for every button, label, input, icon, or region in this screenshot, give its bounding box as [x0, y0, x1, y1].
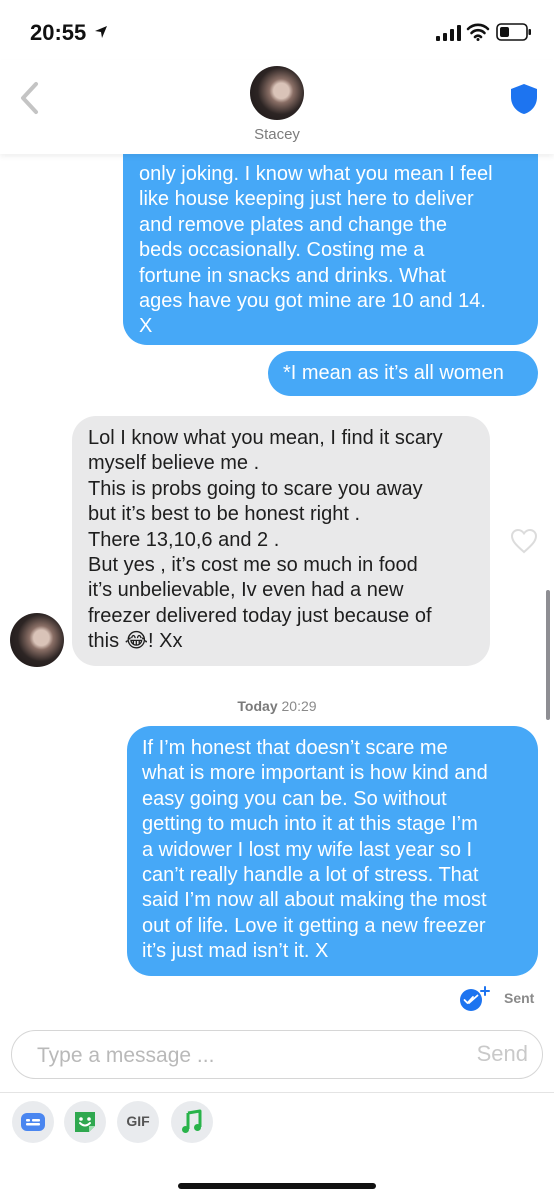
location-arrow-icon [95, 26, 107, 38]
gif-button[interactable]: GIF [117, 1101, 159, 1143]
chat-header: Stacey [0, 60, 554, 154]
message-line: it’s unbelievable, Iv even had a new [88, 579, 404, 602]
message-line: like house keeping just here to deliver [139, 188, 474, 211]
contact-name[interactable]: Stacey [0, 126, 554, 143]
message-line: X [139, 315, 153, 338]
sticker-button[interactable] [64, 1101, 106, 1143]
sticker-icon [75, 1112, 95, 1132]
message-line: this 😂! Xx [88, 630, 183, 653]
timestamp-day: Today [237, 698, 278, 714]
timestamp-time: 20:29 [281, 698, 317, 714]
status-time: 20:55 [30, 20, 87, 45]
message-line: There 13,10,6 and 2 . [88, 528, 280, 551]
wifi-icon [466, 23, 490, 41]
message-line: freezer delivered today just because of [88, 604, 432, 627]
like-heart-icon[interactable] [510, 528, 538, 554]
message-line: easy going you can be. So without [142, 787, 447, 810]
safety-shield-icon[interactable] [508, 82, 540, 116]
message-line: fortune in snacks and drinks. What [139, 264, 446, 287]
message-line: what is more important is how kind and [142, 762, 488, 785]
sent-status: Sent [504, 990, 535, 1006]
message-line: If I’m honest that doesn’t scare me [142, 737, 448, 759]
status-bar: 20:55 [0, 0, 554, 60]
contact-avatar[interactable] [10, 613, 64, 667]
message-composer: Send [11, 1030, 543, 1079]
sent-check-icon [460, 986, 490, 1011]
music-button[interactable] [171, 1101, 213, 1143]
message-line: can’t really handle a lot of stress. Tha… [142, 864, 479, 887]
message-line: only joking. I know what you mean I feel [139, 163, 493, 185]
message-line: myself believe me . [88, 452, 260, 475]
back-chevron-icon[interactable] [14, 78, 46, 118]
message-input[interactable] [37, 1042, 447, 1070]
message-list[interactable]: only joking. I know what you mean I feel… [0, 60, 554, 1020]
music-note-icon [182, 1109, 202, 1133]
message-line: but it’s best to be honest right . [88, 503, 361, 526]
gif-label: GIF [126, 1113, 150, 1129]
divider [0, 1092, 554, 1093]
message-line: out of life. Love it getting a new freez… [142, 914, 486, 937]
home-indicator[interactable] [178, 1183, 376, 1189]
message-line: getting to much into it at this stage I’… [142, 813, 478, 836]
message-line: *I mean as it’s all women [283, 362, 504, 384]
message-line: and remove plates and change the [139, 213, 447, 236]
message-timestamp: Today 20:29 [0, 698, 554, 714]
message-line: it’s just mad isn’t it. X [142, 940, 329, 963]
card-button[interactable] [12, 1101, 54, 1143]
message-line: But yes , it’s cost me so much in food [88, 554, 418, 577]
outgoing-message[interactable]: *I mean as it’s all women [268, 351, 538, 396]
outgoing-message[interactable]: If I’m honest that doesn’t scare me what… [127, 726, 538, 976]
message-line: a widower I lost my wife last year so I [142, 838, 473, 861]
message-line: said I’m now all about making the most [142, 889, 487, 912]
incoming-message[interactable]: Lol I know what you mean, I find it scar… [72, 416, 490, 666]
message-line: Lol I know what you mean, I find it scar… [88, 427, 443, 449]
contact-avatar[interactable] [250, 66, 304, 120]
battery-icon [496, 23, 531, 41]
message-line: ages have you got mine are 10 and 14. [139, 290, 486, 313]
cellular-signal-icon [436, 25, 461, 41]
send-button[interactable]: Send [477, 1041, 528, 1067]
card-icon [21, 1113, 45, 1131]
message-line: beds occasionally. Costing me a [139, 239, 425, 262]
message-line: This is probs going to scare you away [88, 477, 423, 500]
